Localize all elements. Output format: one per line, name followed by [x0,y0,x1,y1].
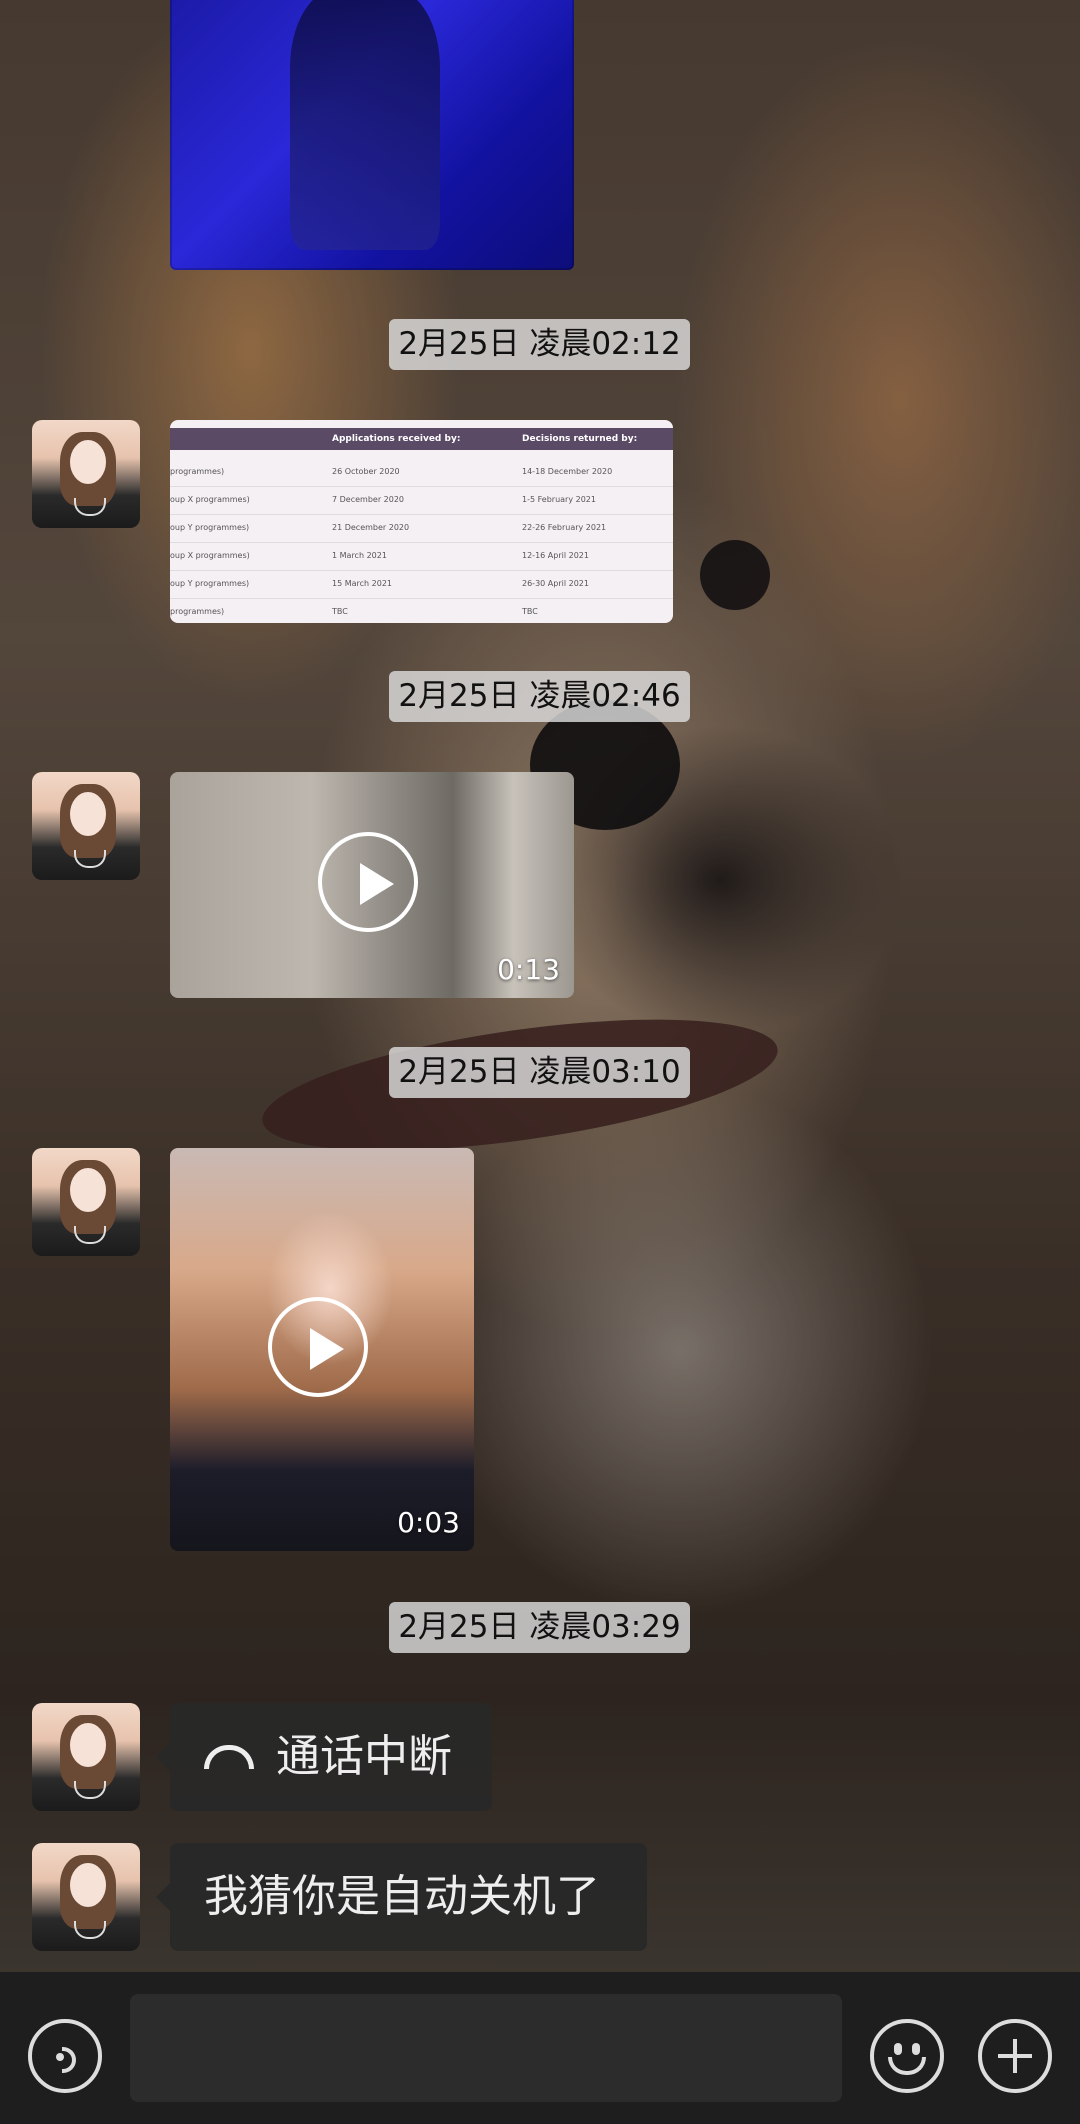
video-message[interactable]: 0:13 [170,772,574,998]
table-header-received: Applications received by: [332,434,461,444]
photo-figure [290,0,440,250]
avatar-shirt [74,850,106,868]
table-cell: TBC [522,607,538,616]
table-cell: oup X programmes) [170,495,250,504]
table-cell: 26-30 April 2021 [522,579,589,588]
plus-icon[interactable] [978,2019,1052,2093]
message-bubble-call[interactable]: 通话中断 [156,1703,492,1811]
table-header: Applications received by: Decisions retu… [170,428,673,450]
table-cell: 15 March 2021 [332,579,393,588]
image-message-table[interactable]: Applications received by: Decisions retu… [170,420,673,623]
avatar-face [70,1723,106,1767]
message-text: 通话中断 [276,1731,452,1782]
table-cell: programmes) [170,607,225,616]
table-row: oup Y programmes) 15 March 2021 26-30 Ap… [170,570,673,599]
timestamp: 2月25日 凌晨03:10 [389,1047,690,1098]
avatar-shirt [74,1781,106,1799]
voice-wave [62,2047,76,2073]
table-header-decision: Decisions returned by: [522,434,638,444]
avatar[interactable] [32,772,140,880]
table-cell: oup Y programmes) [170,579,250,588]
avatar-face [70,440,106,484]
timestamp: 2月25日 凌晨02:46 [389,671,690,722]
input-bar [0,1972,1080,2124]
message-input[interactable] [130,1994,842,2102]
play-icon[interactable] [318,832,418,932]
image-message-blue-photo[interactable] [170,0,574,270]
table-cell: 1 March 2021 [332,551,387,560]
message-text: 我猜你是自动关机了 [204,1871,600,1922]
background-dog-eye [700,540,770,610]
avatar-face [70,1863,106,1907]
table-cell: 7 December 2020 [332,495,405,504]
emoji-eye-right [912,2043,920,2055]
video-message[interactable]: 0:03 [170,1148,474,1551]
table-cell: 26 October 2020 [332,467,400,476]
play-icon[interactable] [268,1297,368,1397]
timestamp: 2月25日 凌晨03:29 [389,1602,690,1653]
table-cell: 12-16 April 2021 [522,551,589,560]
table-row: programmes) TBC TBC [170,598,673,623]
table-cell: 21 December 2020 [332,523,410,532]
avatar[interactable] [32,1148,140,1256]
avatar[interactable] [32,1703,140,1811]
table-cell: oup X programmes) [170,551,250,560]
emoji-eye-left [894,2043,902,2055]
table-cell: TBC [332,607,348,616]
message-bubble-text[interactable]: 我猜你是自动关机了 [156,1843,647,1951]
video-duration: 0:13 [497,953,560,986]
timestamp: 2月25日 凌晨02:12 [389,319,690,370]
video-duration: 0:03 [397,1506,460,1539]
table-cell: oup Y programmes) [170,523,250,532]
emoji-mouth [888,2057,926,2075]
avatar-face [70,1168,106,1212]
table-row: oup X programmes) 1 March 2021 12-16 Apr… [170,542,673,571]
avatar[interactable] [32,420,140,528]
avatar-shirt [74,1226,106,1244]
avatar-shirt [74,1921,106,1939]
table-row: programmes) 26 October 2020 14-18 Decemb… [170,458,673,487]
avatar-face [70,792,106,836]
avatar[interactable] [32,1843,140,1951]
table-row: oup X programmes) 7 December 2020 1-5 Fe… [170,486,673,515]
table-cell: 14-18 December 2020 [522,467,613,476]
avatar-shirt [74,498,106,516]
table-cell: 1-5 February 2021 [522,495,596,504]
phone-hangup-icon [204,1745,254,1769]
table-cell: 22-26 February 2021 [522,523,607,532]
emoji-icon[interactable] [870,2019,944,2093]
voice-icon[interactable] [28,2019,102,2093]
table-row: oup Y programmes) 21 December 2020 22-26… [170,514,673,543]
table-cell: programmes) [170,467,225,476]
